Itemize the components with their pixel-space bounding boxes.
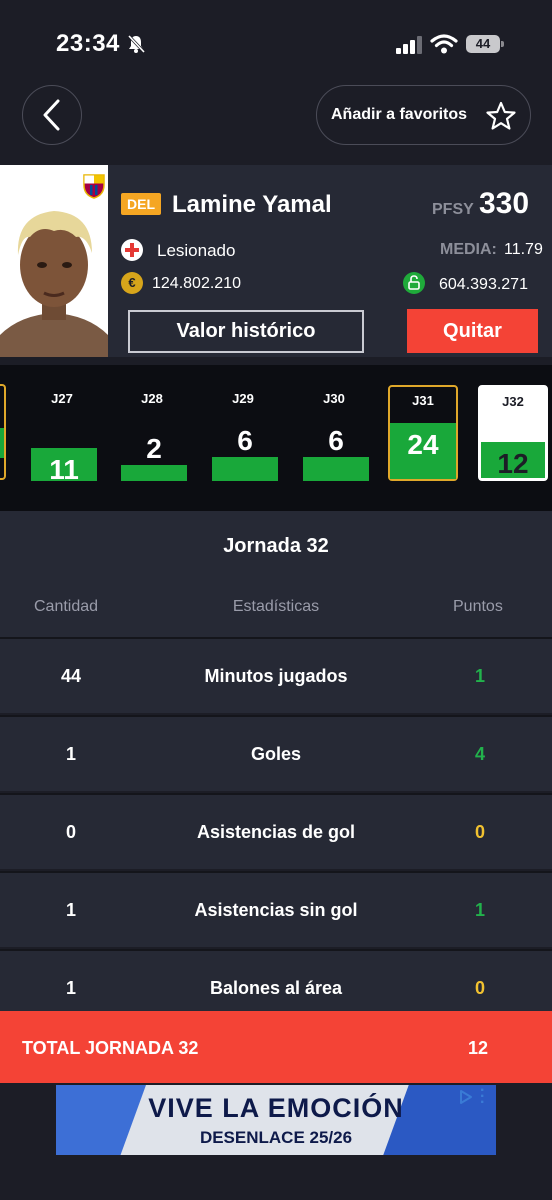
round-label: J32 (502, 394, 524, 409)
pfsy-label: PFSY (432, 201, 474, 218)
round-points: 2 (146, 433, 162, 464)
stats-title: Jornada 32 (223, 535, 329, 557)
battery-tip (501, 41, 504, 47)
ad-area: VIVE LA EMOCIÓN DESENLACE 25/26 · · · (0, 1083, 552, 1200)
stat-points: 0 (474, 822, 485, 842)
stat-row: 1 Goles 4 (0, 715, 552, 791)
injury-cross-icon (121, 239, 143, 261)
clock: 23:34 (56, 30, 120, 57)
round-points-bar (212, 457, 278, 481)
historical-value-button[interactable]: Valor histórico (128, 310, 364, 353)
total-label: TOTAL JORNADA 32 (22, 1038, 199, 1058)
player-name: Lamine Yamal (172, 191, 332, 218)
round-card-j30[interactable]: J30 6 (299, 385, 369, 481)
position-badge: DEL (121, 193, 161, 215)
media-label: MEDIA: (440, 241, 497, 258)
euro-coin-icon: € (121, 272, 143, 294)
player-status: Lesionado (157, 241, 236, 260)
column-header-points: Puntos (453, 598, 503, 615)
ad-banner[interactable]: VIVE LA EMOCIÓN DESENLACE 25/26 · · · (56, 1085, 496, 1155)
stat-points: 4 (474, 744, 485, 764)
round-points: 12 (497, 448, 529, 479)
more-vertical-icon[interactable]: · · · (480, 1085, 490, 1111)
back-button[interactable] (22, 85, 82, 145)
ad-subtitle: DESENLACE 25/26 (199, 1128, 353, 1147)
stat-points: 1 (474, 900, 485, 920)
total-value: 12 (468, 1038, 489, 1058)
round-label: J28 (141, 391, 163, 406)
round-points: 6 (237, 425, 253, 456)
chevron-left-icon (43, 99, 60, 131)
stat-points: 0 (474, 978, 485, 998)
bell-off-icon (127, 34, 146, 54)
wifi-icon (430, 34, 458, 54)
battery-level: 44 (466, 35, 500, 53)
ad-choices-icon[interactable] (458, 1089, 474, 1105)
round-card-j29[interactable]: J29 6 (208, 385, 278, 481)
favorites-label: Añadir a favoritos (331, 106, 468, 123)
battery-icon: 44 (466, 35, 504, 53)
player-card: DEL Lamine Yamal PFSY 330 Lesionado MEDI… (0, 165, 552, 357)
round-points: 11 (49, 454, 79, 485)
round-points: 24 (407, 429, 439, 460)
ad-title: VIVE LA EMOCIÓN (148, 1093, 404, 1123)
round-label: J29 (232, 391, 254, 406)
round-points: 6 (328, 425, 344, 456)
round-card-j28[interactable]: J28 2 (117, 385, 187, 481)
stat-points: 1 (474, 666, 485, 686)
unlock-icon (403, 272, 425, 294)
star-icon (486, 101, 516, 130)
pfsy-value: 330 (479, 187, 530, 220)
round-card-j31[interactable]: J31 24 (388, 385, 458, 481)
add-favorites-button[interactable]: Añadir a favoritos (316, 85, 531, 145)
status-bar: 23:34 44 (0, 0, 552, 90)
stat-row: 44 Minutos jugados 1 (0, 637, 552, 713)
market-value: 124.802.210 (152, 275, 241, 292)
stats-header: Jornada 32 Cantidad Estadísticas Puntos (0, 511, 552, 637)
stat-row: 0 Asistencias de gol 0 (0, 793, 552, 869)
total-bar: TOTAL JORNADA 32 12 (0, 1011, 552, 1083)
round-points-bar (121, 465, 187, 481)
rounds-strip[interactable]: J27 11 J28 2 J29 6 J30 6 J31 24 J32 12 (0, 365, 552, 511)
round-points-bar (303, 457, 369, 481)
round-label: J27 (51, 391, 73, 406)
clause-value: 604.393.271 (439, 276, 528, 293)
round-card-j32[interactable]: J32 12 (478, 385, 548, 481)
round-card-j27[interactable]: J27 11 (27, 385, 97, 485)
round-label: J31 (412, 393, 434, 408)
round-label: J30 (323, 391, 345, 406)
cellular-signal-icon (396, 36, 422, 54)
stat-row: 1 Asistencias sin gol 1 (0, 871, 552, 947)
media-value: 11.79 (504, 241, 543, 258)
club-crest-icon (83, 174, 105, 199)
round-partial-bar (0, 428, 4, 458)
remove-button[interactable]: Quitar (407, 309, 538, 353)
